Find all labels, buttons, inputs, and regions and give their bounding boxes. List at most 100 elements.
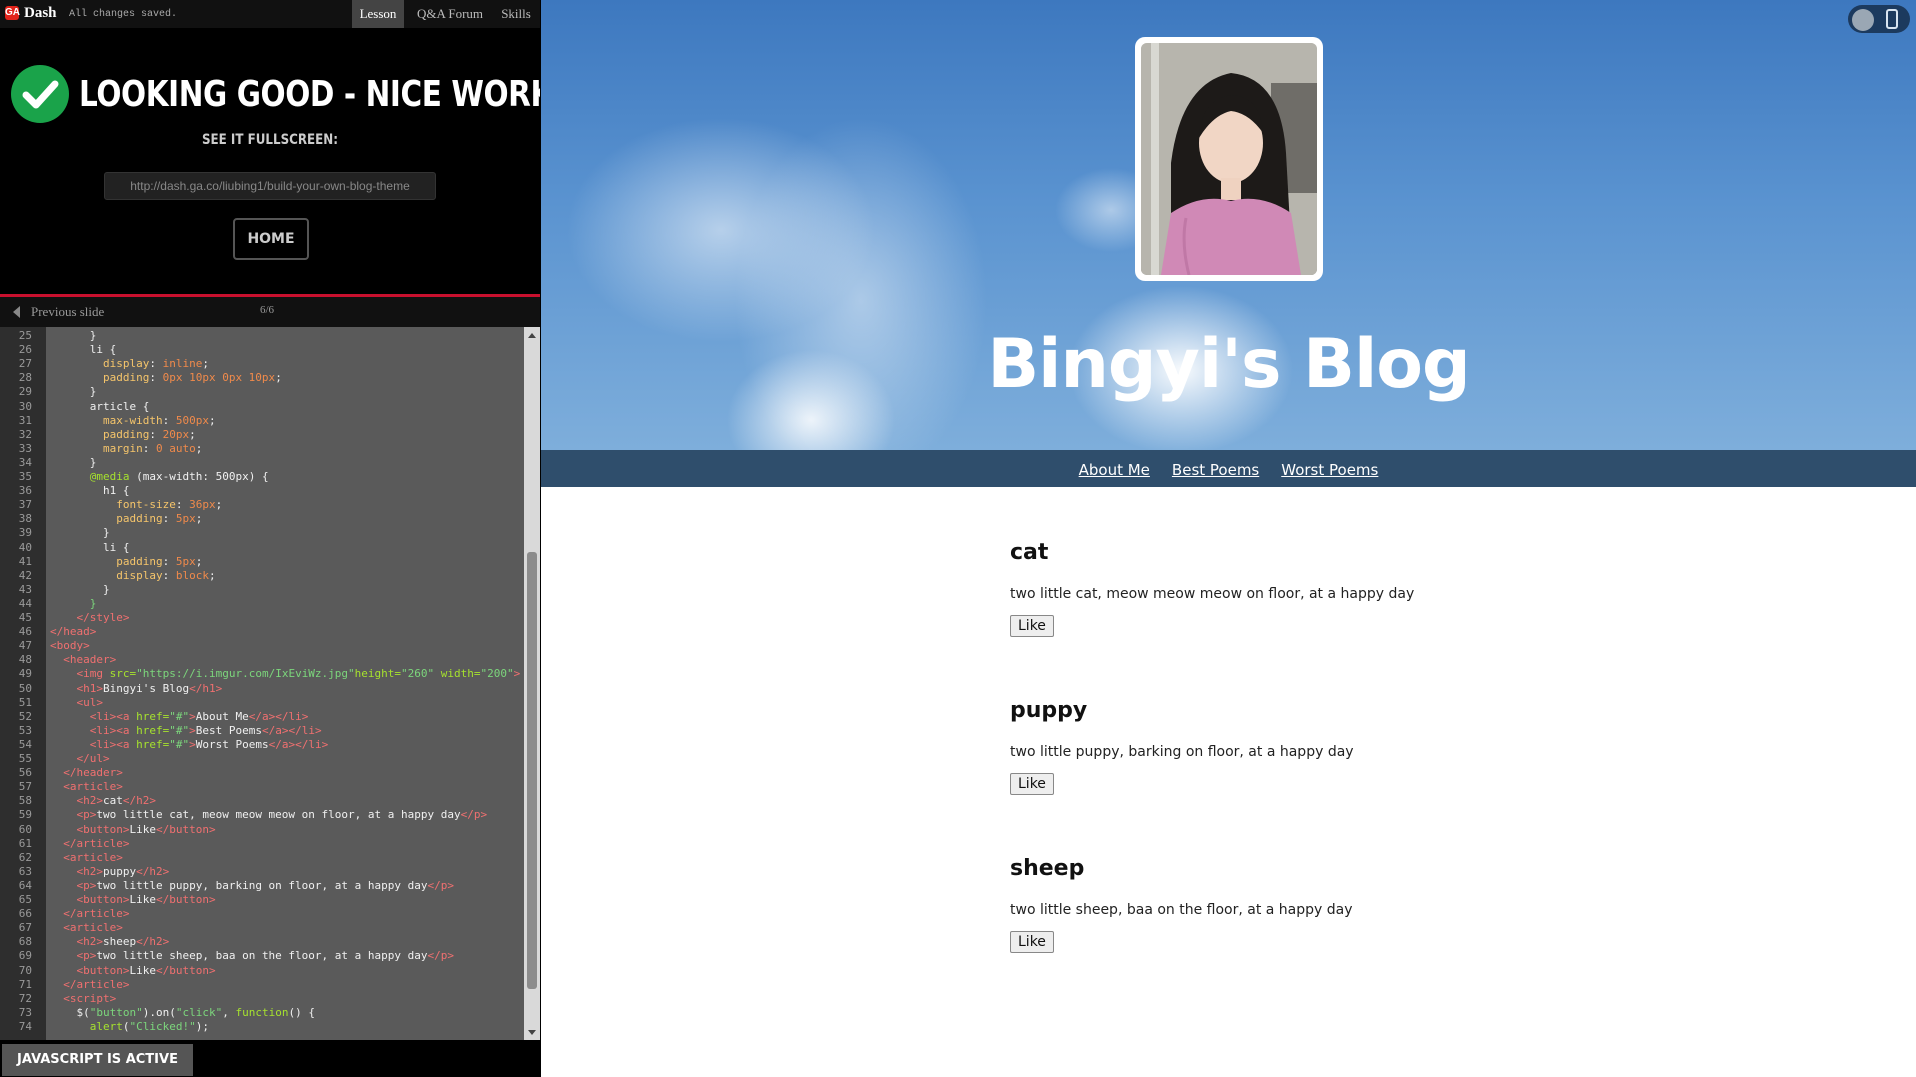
code-line[interactable]: padding: 20px; bbox=[50, 428, 196, 442]
scroll-up-arrow-icon[interactable] bbox=[528, 333, 536, 338]
code-line[interactable]: li { bbox=[50, 541, 130, 555]
code-line[interactable]: <p>two little puppy, barking on floor, a… bbox=[50, 879, 455, 893]
tab-lesson[interactable]: Lesson bbox=[352, 0, 404, 28]
code-line[interactable]: display: inline; bbox=[50, 357, 209, 371]
line-number: 49 bbox=[18, 667, 32, 681]
scroll-down-arrow-icon[interactable] bbox=[528, 1030, 536, 1035]
code-line[interactable]: <button>Like</button> bbox=[50, 823, 216, 837]
code-line[interactable]: $("button").on("click", function() { bbox=[50, 1006, 314, 1020]
code-line[interactable]: </article> bbox=[50, 907, 129, 921]
phone-icon[interactable] bbox=[1886, 9, 1898, 29]
code-line[interactable]: <h2>sheep</h2> bbox=[50, 935, 170, 949]
article-puppy: puppy two little puppy, barking on floor… bbox=[1010, 698, 1530, 795]
code-line[interactable]: padding: 5px; bbox=[50, 512, 202, 526]
blog-preview: Bingyi's Blog About Me Best Poems Worst … bbox=[541, 0, 1916, 1077]
like-button[interactable]: Like bbox=[1010, 615, 1054, 637]
line-number: 51 bbox=[18, 695, 32, 709]
home-button[interactable]: HOME bbox=[233, 218, 309, 260]
previous-slide-link[interactable]: Previous slide bbox=[31, 304, 104, 320]
code-line[interactable]: article { bbox=[50, 400, 150, 414]
toggle-knob[interactable] bbox=[1852, 9, 1874, 31]
code-line[interactable]: <header> bbox=[50, 653, 116, 667]
line-number: 50 bbox=[18, 681, 32, 695]
code-line[interactable]: <h2>puppy</h2> bbox=[50, 865, 170, 879]
line-number: 45 bbox=[18, 611, 32, 624]
code-line[interactable]: <article> bbox=[50, 921, 123, 935]
code-line[interactable]: <body> bbox=[50, 639, 90, 653]
line-number: 63 bbox=[18, 864, 32, 878]
code-editor[interactable]: 25 26 27 28 29 30 31 32 33 34 35 36 37 38 39 40 41 42 43 44… bbox=[0, 327, 540, 1040]
code-line[interactable]: max-width: 500px; bbox=[50, 414, 216, 428]
code-line[interactable]: } bbox=[50, 526, 110, 540]
line-number: 33 bbox=[18, 441, 32, 455]
line-number: 42 bbox=[18, 568, 32, 582]
fullscreen-url-field[interactable]: http://dash.ga.co/liubing1/build-your-ow… bbox=[104, 172, 436, 200]
code-line[interactable]: <button>Like</button> bbox=[50, 964, 216, 978]
line-number: 58 bbox=[18, 794, 32, 808]
line-number: 66 bbox=[18, 907, 32, 921]
article-body: two little cat, meow meow meow on floor,… bbox=[1010, 586, 1415, 602]
nav-link-about-me[interactable]: About Me bbox=[1079, 461, 1150, 479]
code-line[interactable]: <img src="https://i.imgur.com/IxEviWz.jp… bbox=[50, 667, 521, 681]
code-line[interactable]: } bbox=[50, 385, 97, 399]
code-line[interactable]: font-size: 36px; bbox=[50, 498, 222, 512]
code-line[interactable]: </article> bbox=[50, 978, 129, 992]
line-number: 61 bbox=[18, 836, 32, 850]
article-body: two little puppy, barking on floor, at a… bbox=[1010, 744, 1354, 760]
success-panel: LOOKING GOOD - NICE WORK! SEE IT FULLSCR… bbox=[0, 28, 540, 292]
code-line[interactable]: </ul> bbox=[50, 752, 110, 766]
code-line[interactable]: padding: 0px 10px 0px 10px; bbox=[50, 371, 282, 385]
code-line[interactable]: } bbox=[50, 597, 97, 611]
code-line[interactable]: <ul> bbox=[50, 696, 104, 710]
nav-link-best-poems[interactable]: Best Poems bbox=[1172, 461, 1259, 479]
tab-qa-forum[interactable]: Q&A Forum bbox=[410, 0, 490, 28]
editor-scroll-thumb[interactable] bbox=[527, 552, 537, 989]
code-line[interactable]: li { bbox=[50, 343, 117, 357]
line-number: 38 bbox=[18, 512, 32, 526]
code-line[interactable]: margin: 0 auto; bbox=[50, 442, 202, 456]
code-line[interactable]: </header> bbox=[50, 766, 123, 780]
see-fullscreen-label: SEE IT FULLSCREEN: bbox=[201, 132, 339, 148]
code-line[interactable]: <article> bbox=[50, 780, 123, 794]
code-line[interactable]: } bbox=[50, 456, 97, 470]
line-number: 56 bbox=[18, 766, 32, 780]
device-toggle[interactable] bbox=[1848, 5, 1910, 33]
code-line[interactable]: } bbox=[50, 329, 97, 343]
code-line[interactable]: <li><a href="#">About Me</a></li> bbox=[50, 710, 309, 724]
code-line[interactable]: <li><a href="#">Best Poems</a></li> bbox=[50, 724, 322, 738]
line-number: 29 bbox=[18, 385, 32, 399]
code-line[interactable]: padding: 5px; bbox=[50, 555, 202, 569]
profile-image bbox=[1141, 43, 1317, 275]
line-number: 55 bbox=[18, 752, 32, 765]
code-line[interactable]: <p>two little sheep, baa on the floor, a… bbox=[50, 949, 455, 963]
javascript-active-button[interactable]: JAVASCRIPT IS ACTIVE bbox=[2, 1044, 193, 1076]
slide-navigation: Previous slide 6/6 bbox=[0, 297, 540, 327]
code-line[interactable]: } bbox=[50, 583, 110, 597]
code-line[interactable]: <li><a href="#">Worst Poems</a></li> bbox=[50, 738, 328, 752]
nav-link-worst-poems[interactable]: Worst Poems bbox=[1281, 461, 1378, 479]
previous-arrow-icon[interactable] bbox=[13, 306, 20, 318]
line-number: 37 bbox=[18, 498, 32, 512]
code-line[interactable]: <script> bbox=[50, 992, 116, 1006]
code-line[interactable]: <h1>Bingyi's Blog</h1> bbox=[50, 682, 223, 696]
code-line[interactable]: </style> bbox=[50, 611, 130, 625]
code-line[interactable]: </head> bbox=[50, 625, 96, 639]
code-line[interactable]: h1 { bbox=[50, 484, 130, 498]
tab-skills[interactable]: Skills bbox=[496, 0, 536, 28]
code-line[interactable]: <button>Like</button> bbox=[50, 893, 216, 907]
code-line[interactable]: </article> bbox=[50, 837, 129, 851]
code-line[interactable]: display: block; bbox=[50, 569, 215, 583]
like-button[interactable]: Like bbox=[1010, 931, 1054, 953]
like-button[interactable]: Like bbox=[1010, 773, 1054, 795]
code-line[interactable]: <h2>cat</h2> bbox=[50, 794, 157, 808]
code-line[interactable]: @media (max-width: 500px) { bbox=[50, 470, 269, 484]
line-number: 62 bbox=[18, 850, 32, 864]
line-number: 52 bbox=[18, 709, 32, 723]
code-line[interactable]: alert("Clicked!"); bbox=[50, 1020, 209, 1034]
article-cat: cat two little cat, meow meow meow on fl… bbox=[1010, 540, 1530, 637]
line-number: 47 bbox=[18, 639, 32, 653]
checkmark-icon bbox=[11, 65, 69, 123]
code-line[interactable]: <article> bbox=[50, 851, 123, 865]
code-line[interactable]: <p>two little cat, meow meow meow on flo… bbox=[50, 808, 488, 822]
dash-lesson-panel: GA Dash All changes saved. Lesson Q&A Fo… bbox=[0, 0, 540, 1077]
